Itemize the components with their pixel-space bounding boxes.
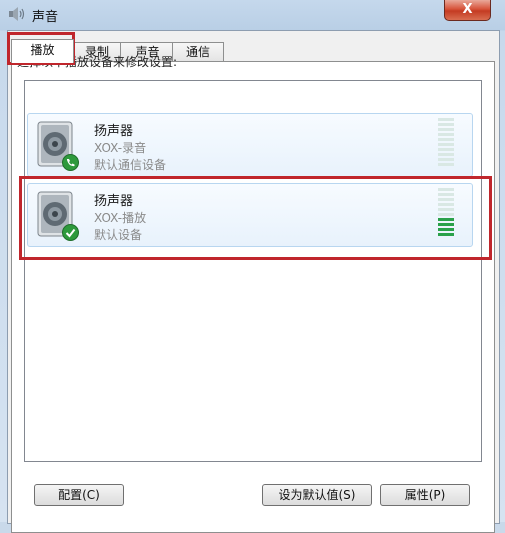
tab-playback[interactable]: 播放 — [11, 39, 74, 63]
device-item[interactable]: 扬声器 XOX-录音 默认通信设备 — [27, 113, 473, 177]
properties-button[interactable]: 属性(P) — [380, 484, 470, 506]
volume-meter — [438, 118, 454, 172]
window-title: 声音 — [32, 10, 59, 25]
sound-dialog: 声音 X 播放 录制 声音 通信 选择以下播放设备来修改设置: 扬声器 XOX-… — [0, 0, 505, 533]
device-description: XOX-录音 — [94, 141, 147, 155]
title-bar[interactable]: 声音 X — [0, 0, 505, 28]
device-status: 默认通信设备 — [94, 158, 167, 172]
device-name: 扬声器 — [94, 124, 134, 139]
configure-button[interactable]: 配置(C) — [34, 484, 124, 506]
highlight-box-device — [19, 176, 492, 260]
playback-device-list[interactable]: 扬声器 XOX-录音 默认通信设备 扬声器 XOX-播放 默认设备 — [24, 80, 482, 462]
speaker-icon — [9, 7, 25, 21]
phone-icon — [62, 154, 79, 171]
set-default-button[interactable]: 设为默认值(S) — [262, 484, 372, 506]
close-button[interactable]: X — [444, 0, 491, 21]
tab-communications[interactable]: 通信 — [172, 42, 224, 62]
